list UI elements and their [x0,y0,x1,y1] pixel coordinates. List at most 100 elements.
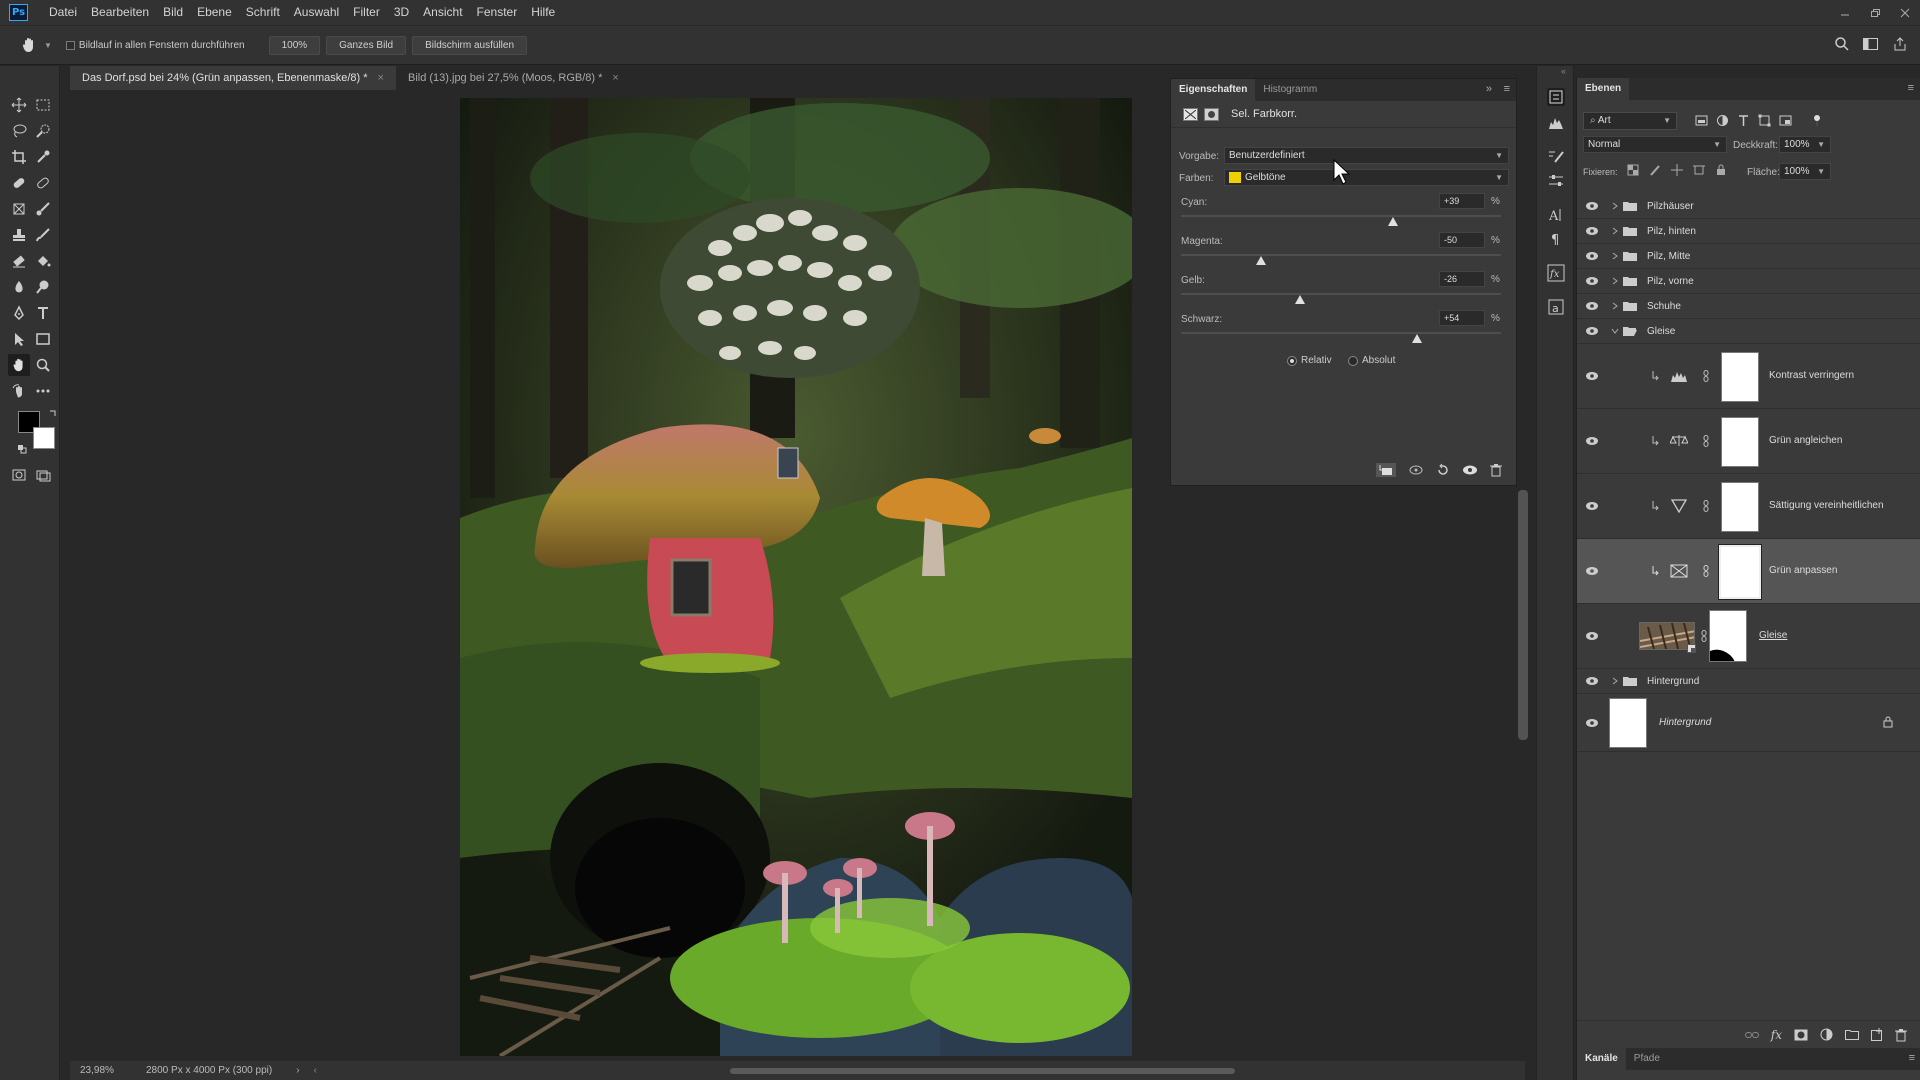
visibility-eye-icon[interactable] [1585,201,1599,211]
lock-transparent-icon[interactable] [1627,164,1639,176]
layer-row-group[interactable]: Pilzhäuser [1577,194,1920,219]
tab-eigenschaften[interactable]: Eigenschaften [1171,79,1256,101]
close-tab-icon[interactable]: × [612,72,618,84]
layer-row-adjustment[interactable]: Sättigung vereinheitlichen [1577,474,1920,539]
layer-row-group[interactable]: Pilz, vorne [1577,269,1920,294]
hand-tool-preset-icon[interactable] [20,36,38,54]
new-group-icon[interactable] [1845,1029,1859,1040]
chevron-right-icon[interactable] [1611,677,1619,685]
slider-track[interactable] [1181,332,1501,334]
fill-screen-button[interactable]: Bildschirm ausfüllen [412,35,528,55]
layer-row-image[interactable]: Gleise [1577,604,1920,669]
layer-row-group-open[interactable]: Gleise [1577,319,1920,344]
zoom-level[interactable]: 23,98% [80,1065,132,1076]
dodge-tool-icon[interactable] [32,276,54,298]
panel-menu-icon[interactable]: ≡ [1909,1052,1915,1064]
layer-row-group[interactable]: Schuhe [1577,294,1920,319]
marquee-tool-icon[interactable] [32,94,54,116]
menu-bild[interactable]: Bild [156,0,190,25]
vertical-scrollbar[interactable] [1518,490,1528,1055]
menu-datei[interactable]: Datei [42,0,84,25]
lock-icon[interactable] [1883,716,1893,728]
layer-filter-dropdown[interactable]: ⌕ Art ▼ [1583,112,1677,130]
menu-auswahl[interactable]: Auswahl [287,0,346,25]
share-icon[interactable] [1892,36,1908,52]
link-icon[interactable] [1703,565,1709,577]
layer-mask-thumbnail[interactable] [1721,352,1759,402]
paragraph-panel-icon[interactable]: ¶ [1547,230,1565,248]
visibility-eye-icon[interactable] [1585,631,1599,641]
brush-settings-icon[interactable] [1547,148,1565,166]
adjustments-sliders-icon[interactable] [1547,172,1565,190]
blur-tool-icon[interactable] [8,276,30,298]
chevron-right-icon[interactable] [1611,202,1619,210]
pen-tool-icon[interactable] [8,302,30,324]
visibility-eye-icon[interactable] [1585,718,1599,728]
brush-tool-icon[interactable] [32,198,54,220]
quick-mask-icon[interactable] [8,464,30,486]
filter-type-icon[interactable] [1737,114,1750,127]
link-icon[interactable] [1703,435,1709,447]
clone-stamp-tool-icon[interactable] [8,224,30,246]
layer-mask-thumbnail[interactable] [1709,610,1747,662]
slider-thumb[interactable] [1388,217,1398,226]
tab-histogramm[interactable]: Histogramm [1255,79,1325,101]
path-selection-tool-icon[interactable] [8,328,30,350]
layer-mask-thumbnail[interactable] [1718,544,1762,600]
visibility-eye-icon[interactable] [1585,301,1599,311]
new-layer-icon[interactable] [1871,1028,1883,1041]
frame-tool-icon[interactable] [8,198,30,220]
histogram-panel-icon[interactable] [1547,114,1565,132]
method-absolute-radio[interactable]: Absolut [1348,355,1395,366]
rectangle-tool-icon[interactable] [32,328,54,350]
collapse-panel-icon[interactable]: » [1486,83,1492,95]
menu-bearbeiten[interactable]: Bearbeiten [84,0,156,25]
patch-tool-icon[interactable] [32,172,54,194]
preset-dropdown[interactable]: Benutzerdefiniert ▼ [1224,147,1509,164]
trash-icon[interactable] [1490,463,1502,477]
filter-pixel-icon[interactable] [1695,114,1708,127]
document-canvas-image[interactable] [460,98,1132,1056]
swap-colors-icon[interactable] [48,408,58,418]
menu-ebene[interactable]: Ebene [190,0,239,25]
menu-schrift[interactable]: Schrift [239,0,287,25]
menu-fenster[interactable]: Fenster [470,0,525,25]
filter-smart-object-icon[interactable] [1779,114,1792,127]
close-icon[interactable] [1890,0,1920,25]
layer-mask-thumbnail[interactable] [1721,417,1759,467]
menu-3d[interactable]: 3D [387,0,416,25]
lock-artboard-icon[interactable] [1693,164,1705,176]
eraser-tool-icon[interactable] [8,250,30,272]
layer-mask-icon[interactable] [1204,107,1219,121]
quick-select-tool-icon[interactable] [32,120,54,142]
document-info[interactable]: 2800 Px x 4000 Px (300 ppi) [146,1065,272,1076]
layer-style-fx-icon[interactable]: fx [1771,1028,1782,1042]
slider-track[interactable] [1181,293,1501,295]
slider-value-input[interactable]: +54 [1439,310,1485,326]
menu-filter[interactable]: Filter [346,0,387,25]
chevron-down-icon[interactable] [1611,327,1619,335]
visibility-eye-icon[interactable] [1585,436,1599,446]
layer-row-group[interactable]: Pilz, hinten [1577,219,1920,244]
background-color-swatch[interactable] [33,427,55,449]
character-panel-icon[interactable]: A [1547,206,1565,224]
doc-tab-bild-13[interactable]: Bild (13).jpg bei 27,5% (Moos, RGB/8) * × [396,66,631,90]
chevron-right-icon[interactable] [1611,302,1619,310]
trash-icon[interactable] [1895,1028,1907,1042]
panel-menu-icon[interactable]: ≡ [1908,82,1914,94]
zoom-100-button[interactable]: 100% [268,35,321,55]
layer-row-background[interactable]: Hintergrund [1577,694,1920,752]
lock-all-icon[interactable] [1715,164,1727,176]
visibility-eye-icon[interactable] [1585,566,1599,576]
visibility-eye-icon[interactable] [1585,501,1599,511]
lock-position-icon[interactable] [1671,164,1683,176]
restore-icon[interactable] [1860,0,1890,25]
clip-to-layer-icon[interactable] [1376,463,1396,477]
screen-mode-icon[interactable] [32,464,54,486]
visibility-eye-icon[interactable] [1462,464,1478,476]
properties-panel-icon[interactable] [1547,88,1565,106]
visibility-eye-icon[interactable] [1585,326,1599,336]
chevron-down-icon[interactable]: ▼ [44,41,52,50]
tab-pfade[interactable]: Pfade [1626,1048,1668,1070]
link-icon[interactable] [1701,630,1707,642]
